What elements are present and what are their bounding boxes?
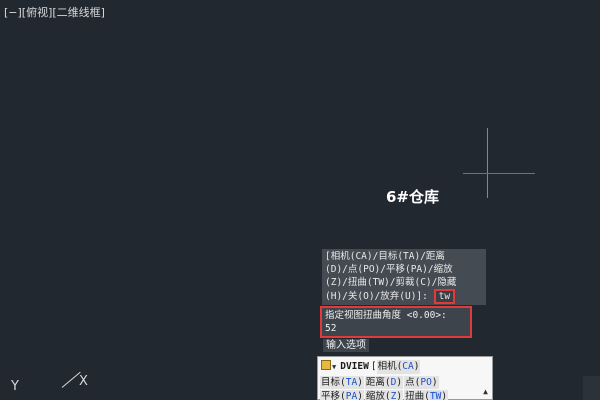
option-twist[interactable]: 扭曲(TW) bbox=[404, 390, 449, 400]
crosshair-vertical-line bbox=[487, 128, 488, 198]
command-history-line: (D)/点(PO)/平移(PA)/缩放 bbox=[325, 264, 453, 275]
option-pan[interactable]: 平移(PA) bbox=[320, 390, 364, 400]
ucs-x-axis-label: X bbox=[79, 374, 88, 389]
option-target[interactable]: 目标(TA) bbox=[320, 376, 364, 389]
scroll-up-icon[interactable]: ▲ bbox=[483, 387, 488, 396]
command-history-line: (H)/关(O)/放弃(U)]: tw bbox=[325, 289, 484, 304]
drawing-text-label: 6#仓库 bbox=[386, 188, 440, 206]
option-distance[interactable]: 距离(D) bbox=[364, 376, 404, 389]
viewport-controls-label[interactable]: [−][俯视][二维线框] bbox=[4, 4, 105, 20]
option-camera[interactable]: 相机(CA) bbox=[376, 360, 421, 374]
twist-angle-value: 52 bbox=[325, 323, 337, 334]
drawing-viewport[interactable]: [−][俯视][二维线框] 6#仓库 [相机(CA)/目标(TA)/距离 (D)… bbox=[0, 0, 600, 400]
twist-angle-prompt: 指定视图扭曲角度 <0.00>: 52 bbox=[320, 306, 472, 338]
option-zoom[interactable]: 缩放(Z) bbox=[364, 390, 404, 400]
ucs-y-axis-label: Y bbox=[11, 379, 19, 394]
twist-angle-prompt-text: 指定视图扭曲角度 <0.00>: bbox=[325, 310, 447, 321]
crosshair-horizontal-line bbox=[463, 173, 535, 174]
command-scrollbar[interactable] bbox=[583, 376, 600, 400]
option-point[interactable]: 点(PO) bbox=[404, 376, 439, 389]
command-history-line: [相机(CA)/目标(TA)/距离 bbox=[325, 251, 445, 262]
typed-option-input: tw bbox=[433, 289, 456, 304]
command-history-line: (Z)/扭曲(TW)/剪裁(C)/隐藏 bbox=[325, 277, 457, 288]
command-icon[interactable] bbox=[321, 360, 331, 370]
ucs-axis-line bbox=[61, 371, 81, 388]
command-history: [相机(CA)/目标(TA)/距离 (D)/点(PO)/平移(PA)/缩放 (Z… bbox=[322, 249, 486, 305]
command-history-line-text: (H)/关(O)/放弃(U)]: bbox=[325, 291, 428, 302]
chevron-down-icon[interactable]: ▼ bbox=[332, 360, 336, 374]
command-line-input[interactable]: ▼ DVIEW [相机(CA) 目标(TA) 距离(D) 点(PO) 平移(PA) 缩放(… bbox=[317, 356, 493, 400]
enter-options-label: 输入选项 bbox=[323, 339, 369, 352]
command-name: DVIEW bbox=[340, 361, 369, 372]
